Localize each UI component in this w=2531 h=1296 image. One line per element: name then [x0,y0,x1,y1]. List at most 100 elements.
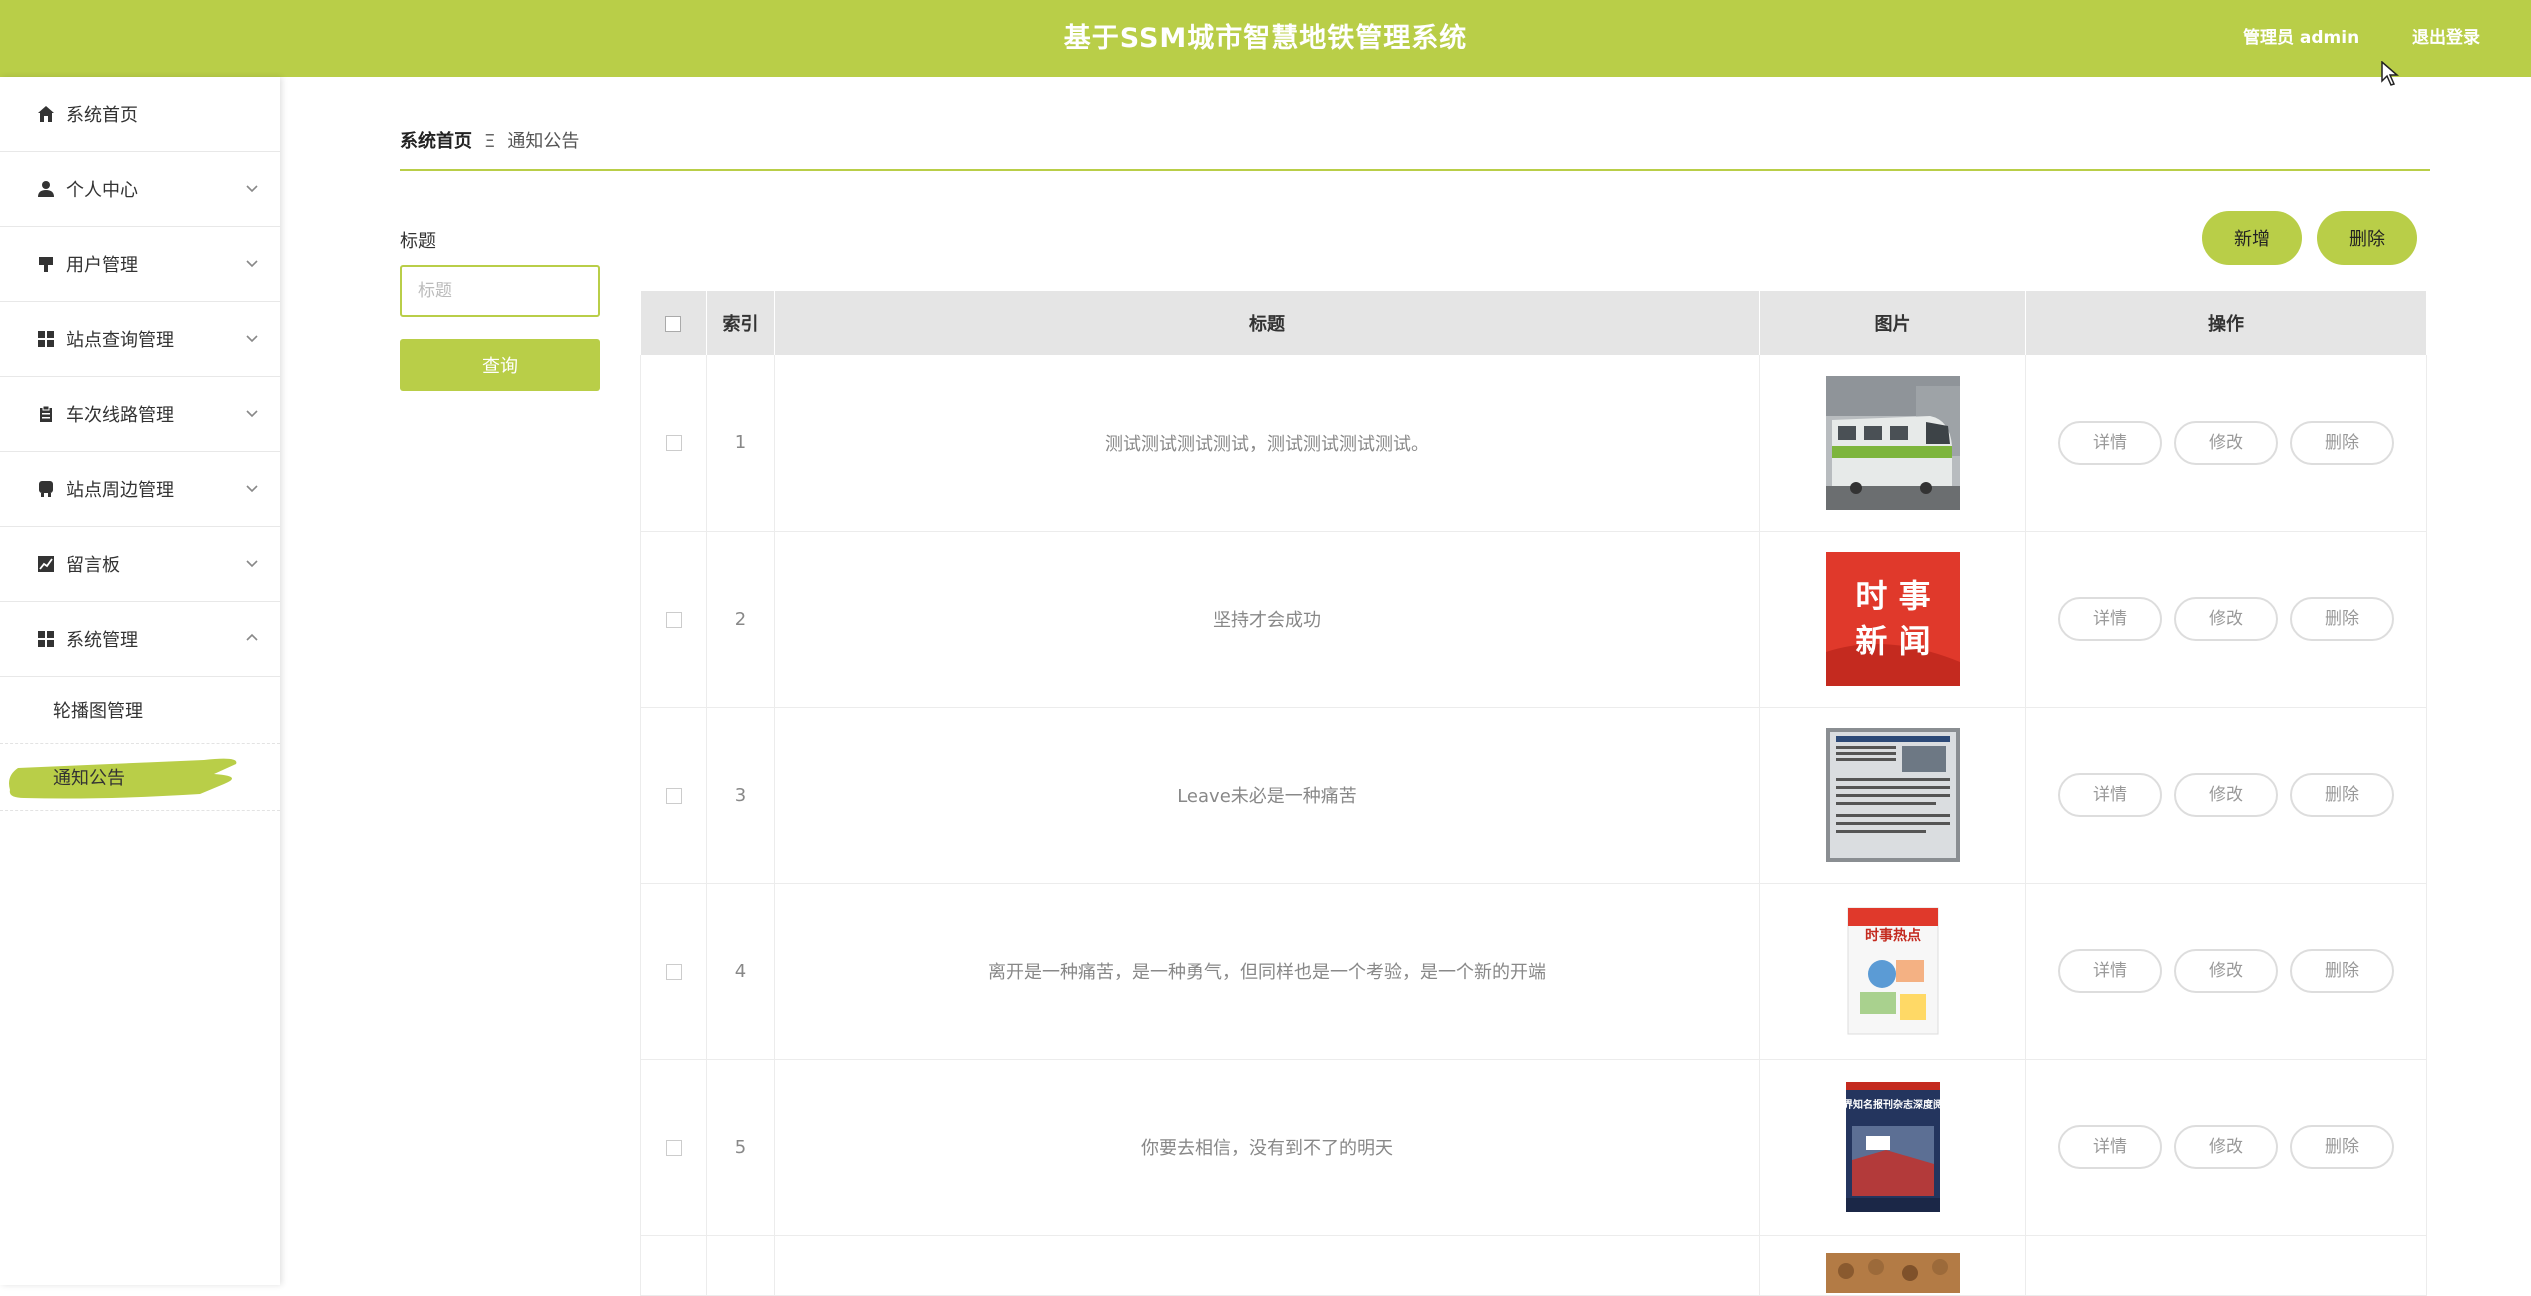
breadcrumb-separator: Ξ [484,131,496,152]
row-checkbox[interactable] [665,611,682,628]
search-label: 标题 [400,231,436,252]
chart-icon [36,554,56,574]
delete-button[interactable]: 删除 [2290,597,2394,641]
detail-button[interactable]: 详情 [2058,773,2162,817]
row-actions: 详情 修改 删除 [2025,707,2427,884]
magazine-thumbnail-image: 时事热点 [1825,904,1960,1038]
news-thumbnail-line-2: 新 闻 [1855,622,1930,660]
chevron-down-icon [246,485,258,493]
add-button[interactable]: 新增 [2202,211,2302,265]
select-all-checkbox[interactable] [665,315,682,332]
grid-icon [36,629,56,649]
detail-button[interactable]: 详情 [2058,597,2162,641]
delete-button[interactable]: 删除 [2290,773,2394,817]
clipboard-icon [36,404,56,424]
sidebar-item-label: 车次线路管理 [66,405,174,426]
bulk-delete-button[interactable]: 删除 [2317,211,2417,265]
search-input[interactable] [400,265,600,317]
chevron-down-icon [246,185,258,193]
edit-button[interactable]: 修改 [2174,1125,2278,1169]
row-actions: 详情 修改 删除 [2025,355,2427,532]
person-icon [36,179,56,199]
home-icon [36,104,56,124]
column-header-index: 索引 [706,291,775,355]
delete-button[interactable]: 删除 [2290,949,2394,993]
sidebar-item-label: 站点周边管理 [66,480,174,501]
magazine-thumbnail-title: 时事热点 [1865,927,1921,944]
column-header-ops: 操作 [2025,291,2427,355]
table-row: 1 测试测试测试测试，测试测试测试测试。 详情 修改 删除 [640,355,2427,532]
grid-icon [36,329,56,349]
sidebar-subitem-carousel[interactable]: 轮播图管理 [0,677,280,744]
row-checkbox[interactable] [665,787,682,804]
sidebar-item-system-management[interactable]: 系统管理 [0,602,280,677]
breadcrumb-home[interactable]: 系统首页 [400,131,472,152]
current-user: 管理员 admin [2243,28,2360,48]
chevron-up-icon [246,633,258,641]
row-actions: 详情 修改 删除 [2025,883,2427,1060]
detail-button[interactable]: 详情 [2058,949,2162,993]
row-checkbox[interactable] [665,1139,682,1156]
logout-link[interactable]: 退出登录 [2412,0,2480,77]
sidebar: 系统首页 个人中心 用户管理 站点查询管理 车次线路管理 站点周边管理 留言板 … [0,77,280,1285]
row-checkbox[interactable] [665,963,682,980]
partial-thumbnail-image [1825,1252,1960,1293]
sidebar-item-label: 用户管理 [66,255,138,276]
delete-button[interactable]: 删除 [2290,420,2394,465]
table-row: 2 坚持才会成功 时 事 新 闻 详情 修改 删除 [640,531,2427,708]
news-thumbnail-image: 时 事 新 闻 [1825,552,1960,686]
row-index: 3 [706,707,775,884]
select-all-cell [640,291,707,355]
row-title: 离开是一种痛苦，是一种勇气，但同样也是一个考验，是一个新的开端 [774,883,1760,1060]
top-bar: 基于SSM城市智慧地铁管理系统 管理员 admin 退出登录 [0,0,2531,77]
train-icon [36,479,56,499]
app-title: 基于SSM城市智慧地铁管理系统 [1063,23,1468,54]
sidebar-item-home[interactable]: 系统首页 [0,77,280,152]
sidebar-item-station-query[interactable]: 站点查询管理 [0,302,280,377]
sidebar-subitem-label: 通知公告 [53,768,125,789]
edit-button[interactable]: 修改 [2174,773,2278,817]
sidebar-item-message-board[interactable]: 留言板 [0,527,280,602]
detail-button[interactable]: 详情 [2058,1125,2162,1169]
search-button[interactable]: 查询 [400,339,600,391]
row-index: 1 [706,355,775,532]
chevron-down-icon [246,410,258,418]
sidebar-item-user-management[interactable]: 用户管理 [0,227,280,302]
article-thumbnail-image [1825,728,1960,862]
sidebar-item-personal-center[interactable]: 个人中心 [0,152,280,227]
table-row: 4 离开是一种痛苦，是一种勇气，但同样也是一个考验，是一个新的开端 时事热点 详… [640,883,2427,1060]
news-thumbnail-line-1: 时 事 [1855,577,1930,615]
sidebar-item-label: 系统首页 [66,105,138,126]
table-row: 3 Leave未必是一种痛苦 详情 修改 删除 [640,707,2427,884]
table-row: 5 你要去相信，没有到不了的明天 世界知名报刊杂志深度阅读 详情 修改 删除 [640,1059,2427,1236]
chevron-down-icon [246,560,258,568]
sidebar-item-label: 个人中心 [66,180,138,201]
chevron-down-icon [246,260,258,268]
sidebar-item-label: 站点查询管理 [66,330,174,351]
main-content: 系统首页 Ξ 通知公告 标题 查询 新增 删除 索引 标题 图片 操作 1 测试测试… [280,77,2531,1296]
row-index: 2 [706,531,775,708]
sidebar-item-station-surroundings[interactable]: 站点周边管理 [0,452,280,527]
breadcrumb-current: 通知公告 [507,131,580,152]
edit-button[interactable]: 修改 [2174,597,2278,641]
column-header-title: 标题 [774,291,1760,355]
row-checkbox[interactable] [665,435,682,452]
edit-button[interactable]: 修改 [2174,949,2278,993]
user-manage-icon [36,254,56,274]
train-thumbnail-image [1825,375,1960,510]
table-row [640,1235,2427,1296]
sidebar-subitem-label: 轮播图管理 [53,701,143,722]
detail-button[interactable]: 详情 [2058,420,2162,465]
row-title: 测试测试测试测试，测试测试测试测试。 [774,355,1760,532]
sidebar-item-train-routes[interactable]: 车次线路管理 [0,377,280,452]
row-title: 你要去相信，没有到不了的明天 [774,1059,1760,1236]
book-thumbnail-image: 世界知名报刊杂志深度阅读 [1825,1080,1960,1214]
notice-table: 索引 标题 图片 操作 1 测试测试测试测试，测试测试测试测试。 详情 修改 删… [640,291,2427,1296]
sidebar-subitem-notice[interactable]: 通知公告 [0,744,280,811]
column-header-image: 图片 [1759,291,2026,355]
sidebar-item-label: 系统管理 [66,630,138,651]
delete-button[interactable]: 删除 [2290,1125,2394,1169]
row-actions: 详情 修改 删除 [2025,1059,2427,1236]
breadcrumb-divider [400,169,2430,171]
edit-button[interactable]: 修改 [2174,420,2278,465]
